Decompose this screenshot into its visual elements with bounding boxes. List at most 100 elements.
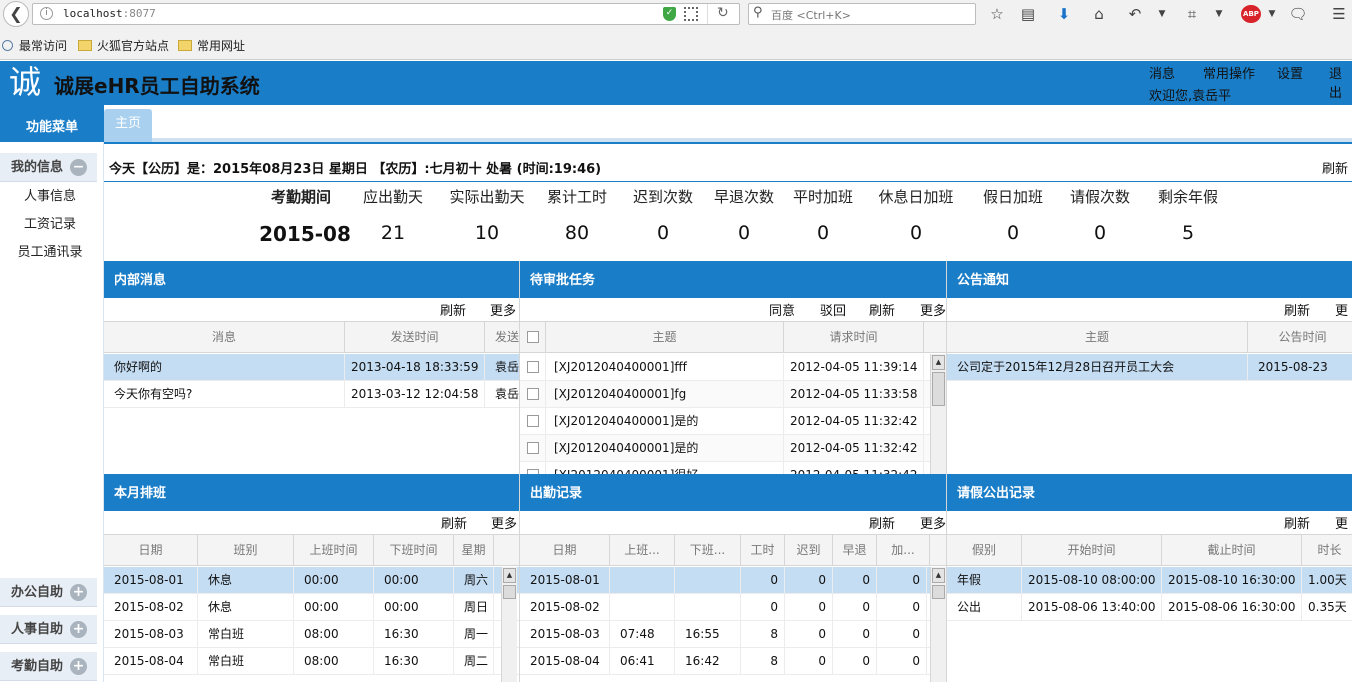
table-row[interactable]: 今天你有空吗? 2013-03-12 12:04:58 袁岳: [104, 381, 519, 408]
more-button[interactable]: 更多: [490, 300, 516, 319]
column-header[interactable]: 早退: [833, 535, 877, 566]
column-header[interactable]: 发送时间: [345, 322, 485, 353]
row-checkbox[interactable]: [520, 381, 546, 408]
star-icon[interactable]: ☆: [986, 4, 1008, 24]
settings-link[interactable]: 设置: [1277, 63, 1303, 82]
column-header[interactable]: 开始时间: [1022, 535, 1162, 566]
column-header[interactable]: 下班时间: [374, 535, 454, 566]
expand-icon[interactable]: +: [70, 621, 87, 638]
column-header[interactable]: 消息: [104, 322, 345, 353]
sidebar-item-salary[interactable]: 工资记录: [0, 213, 100, 232]
scrollbar[interactable]: ▲: [501, 567, 517, 682]
table-row[interactable]: [XJ2012040400001]是的 2012-04-05 11:32:42: [520, 435, 946, 462]
table-row[interactable]: 2015-08-03 常白班 08:00 16:30 周一: [104, 621, 519, 648]
select-all-checkbox[interactable]: [520, 322, 546, 353]
reject-button[interactable]: 驳回: [820, 300, 846, 319]
column-header[interactable]: 主题: [546, 322, 784, 353]
table-row[interactable]: 2015-08-01 0 0 0 0: [520, 567, 946, 594]
today-refresh-button[interactable]: 刷新: [1322, 158, 1348, 177]
column-header[interactable]: 假别: [947, 535, 1022, 566]
url-bar[interactable]: i localhost:8077 ✓ ↻: [32, 3, 740, 25]
column-header[interactable]: 下班...: [675, 535, 741, 566]
refresh-button[interactable]: 刷新: [441, 513, 467, 532]
column-header[interactable]: 截止时间: [1162, 535, 1302, 566]
expand-icon[interactable]: +: [70, 658, 87, 675]
table-row[interactable]: 公司定于2015年12月28日召开员工大会 2015-08-23: [947, 354, 1352, 381]
approve-button[interactable]: 同意: [769, 300, 795, 319]
column-header[interactable]: 工时: [741, 535, 785, 566]
refresh-button[interactable]: 刷新: [869, 300, 895, 319]
more-button[interactable]: 更多: [920, 513, 946, 532]
bookmark-most-visited[interactable]: 最常访问: [2, 37, 67, 55]
sidebar-group-hr[interactable]: 人事自助 +: [0, 615, 97, 644]
scroll-thumb[interactable]: [503, 585, 516, 599]
reading-list-icon[interactable]: ▤: [1017, 4, 1039, 24]
table-row[interactable]: 你好啊的 2013-04-18 18:33:59 袁岳: [104, 354, 519, 381]
crop-icon[interactable]: ⌗: [1181, 4, 1203, 24]
refresh-button[interactable]: 刷新: [869, 513, 895, 532]
table-row[interactable]: [XJ2012040400001]是的 2012-04-05 11:32:42: [520, 408, 946, 435]
table-row[interactable]: 2015-08-02 休息 00:00 00:00 周日: [104, 594, 519, 621]
scroll-thumb[interactable]: [932, 585, 945, 599]
bookmark-firefox[interactable]: 火狐官方站点: [78, 37, 169, 55]
column-header[interactable]: 星期: [454, 535, 494, 566]
column-header[interactable]: 日期: [520, 535, 610, 566]
column-header[interactable]: 班别: [198, 535, 294, 566]
reload-icon[interactable]: ↻: [717, 5, 729, 21]
scroll-thumb[interactable]: [932, 372, 945, 406]
menu-icon[interactable]: ☰: [1328, 4, 1350, 24]
table-row[interactable]: [XJ2012040400001]很好 2012-04-05 11:32:42: [520, 462, 946, 474]
column-header[interactable]: 日期: [104, 535, 198, 566]
undo-icon[interactable]: ↶: [1124, 4, 1146, 24]
more-button[interactable]: 更多: [920, 300, 946, 319]
column-header[interactable]: 上班...: [610, 535, 675, 566]
common-actions-link[interactable]: 常用操作: [1203, 63, 1255, 82]
column-header[interactable]: 发送: [485, 322, 519, 353]
info-icon[interactable]: i: [40, 7, 53, 20]
column-header[interactable]: 迟到: [785, 535, 833, 566]
table-row[interactable]: [XJ2012040400001]fff 2012-04-05 11:39:14: [520, 354, 946, 381]
row-checkbox[interactable]: [520, 408, 546, 435]
scrollbar[interactable]: ▲: [930, 354, 946, 474]
more-button[interactable]: 更多: [491, 513, 517, 532]
table-row[interactable]: 2015-08-02 0 0 0 0: [520, 594, 946, 621]
search-input[interactable]: ⚲ 百度 <Ctrl+K>: [748, 3, 976, 25]
chevron-down-icon[interactable]: ▼: [1261, 4, 1283, 24]
scroll-up-icon[interactable]: ▲: [503, 568, 516, 583]
home-icon[interactable]: ⌂: [1088, 4, 1110, 24]
refresh-button[interactable]: 刷新: [440, 300, 466, 319]
shield-icon[interactable]: ✓: [663, 7, 676, 21]
back-button-icon[interactable]: ❮: [3, 1, 29, 27]
sidebar-item-directory[interactable]: 员工通讯录: [0, 241, 100, 260]
table-row[interactable]: [XJ2012040400001]fg 2012-04-05 11:33:58: [520, 381, 946, 408]
sidebar-group-office[interactable]: 办公自助 +: [0, 578, 97, 607]
column-header[interactable]: 上班时间: [294, 535, 374, 566]
messages-link[interactable]: 消息: [1149, 63, 1175, 82]
sidebar-group-my-info[interactable]: 我的信息 −: [0, 153, 97, 182]
column-header[interactable]: 请求时间: [784, 322, 924, 353]
column-header[interactable]: 主题: [947, 322, 1248, 353]
column-header[interactable]: 时长: [1302, 535, 1352, 566]
scrollbar[interactable]: ▲: [930, 567, 946, 682]
qr-code-icon[interactable]: [684, 7, 698, 21]
table-row[interactable]: 2015-08-04 06:41 16:42 8 0 0 0: [520, 648, 946, 675]
table-row[interactable]: 年假 2015-08-10 08:00:00 2015-08-10 16:30:…: [947, 567, 1352, 594]
table-row[interactable]: 公出 2015-08-06 13:40:00 2015-08-06 16:30:…: [947, 594, 1352, 621]
table-row[interactable]: 2015-08-04 常白班 08:00 16:30 周二: [104, 648, 519, 675]
column-header[interactable]: 加...: [877, 535, 930, 566]
download-icon[interactable]: ⬇: [1053, 4, 1075, 24]
chevron-down-icon[interactable]: ▼: [1208, 4, 1230, 24]
sidebar-group-attendance[interactable]: 考勤自助 +: [0, 652, 97, 681]
refresh-button[interactable]: 刷新: [1284, 513, 1310, 532]
adblock-icon[interactable]: ABP: [1241, 5, 1261, 23]
column-header[interactable]: 公告时间: [1248, 322, 1352, 353]
chat-icon[interactable]: 🗨: [1287, 4, 1309, 24]
table-row[interactable]: 2015-08-01 休息 00:00 00:00 周六: [104, 567, 519, 594]
row-checkbox[interactable]: [520, 462, 546, 474]
logout-link[interactable]: 退出: [1329, 63, 1352, 101]
chevron-down-icon[interactable]: ▼: [1151, 4, 1173, 24]
row-checkbox[interactable]: [520, 354, 546, 381]
refresh-button[interactable]: 刷新: [1284, 300, 1310, 319]
table-row[interactable]: 2015-08-03 07:48 16:55 8 0 0 0: [520, 621, 946, 648]
tab-home[interactable]: 主页: [104, 109, 152, 142]
